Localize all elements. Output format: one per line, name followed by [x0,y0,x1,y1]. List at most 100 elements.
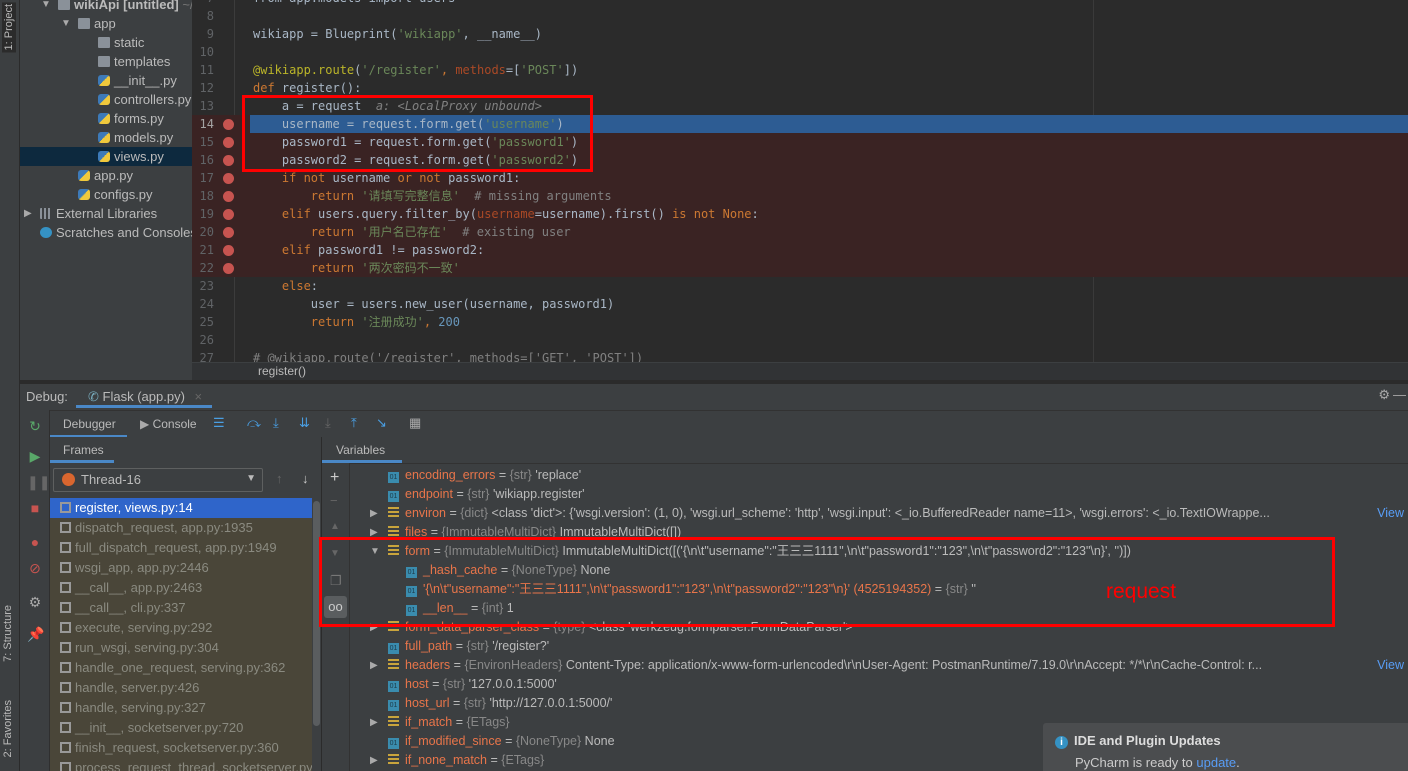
evaluate-expression-icon[interactable]: ▦ [409,415,421,431]
breakpoint-icon[interactable] [223,191,234,202]
breakpoint-icon[interactable] [223,155,234,166]
breadcrumb[interactable]: register() [192,362,1408,380]
view-link[interactable]: View [1375,504,1404,523]
force-step-into-icon[interactable]: ⤓ [325,415,331,431]
code-line[interactable]: 9 wikiapp = Blueprint('wikiapp', __name__… [192,25,1408,43]
project-item[interactable]: views.py [20,147,192,166]
add-watch-icon[interactable]: + [330,469,339,487]
line-number[interactable]: 14 [192,115,214,133]
structure-tool-tab[interactable]: 7: Structure [2,605,14,662]
code-line[interactable]: 20 return '用户名已存在' # existing user [192,223,1408,241]
project-item[interactable]: app.py [78,166,133,185]
code-line[interactable]: 11 @wikiapp.route('/register', methods=['… [192,61,1408,79]
line-number[interactable]: 22 [192,259,214,277]
expand-arrow-icon[interactable]: ▼ [61,14,71,33]
variable-row[interactable]: 01 encoding_errors = {str} 'replace' [388,466,1408,485]
variable-row[interactable]: 01 endpoint = {str} 'wikiapp.register' [388,485,1408,504]
tab-console[interactable]: ▶ Console [140,417,197,431]
rerun-icon[interactable]: ↻ [27,418,43,434]
breakpoint-icon[interactable] [223,119,234,130]
code-editor[interactable]: 7 from app.models import users 89 wikiapp =… [192,0,1408,380]
frame-item[interactable]: handle, server.py:426 [50,678,312,698]
step-into-my-code-icon[interactable]: ⇊ [299,415,310,431]
gear-icon[interactable]: ⚙ [1378,387,1390,403]
breakpoint-icon[interactable] [223,227,234,238]
project-item[interactable]: configs.py [78,185,153,204]
line-number[interactable]: 17 [192,169,214,187]
project-item[interactable]: __init__.py [98,71,177,90]
step-out-icon[interactable]: ⤒ [351,415,357,431]
project-item[interactable]: ▶ External Libraries [24,204,157,223]
move-up-icon[interactable]: ▲ [330,521,340,532]
project-item[interactable]: Scratches and Consoles [40,223,192,242]
code-line[interactable]: 7 from app.models import users [192,0,1408,7]
tab-debugger[interactable]: Debugger [50,411,127,438]
variable-row[interactable]: 01 host_url = {str} 'http://127.0.0.1:500… [388,694,1408,713]
update-link[interactable]: update [1196,755,1236,770]
variable-row[interactable]: 01 full_path = {str} '/register?' [388,637,1408,656]
frame-item[interactable]: wsgi_app, app.py:2446 [50,558,312,578]
code-line[interactable]: 22 return '两次密码不一致' [192,259,1408,277]
line-number[interactable]: 8 [192,7,214,25]
line-number[interactable]: 13 [192,97,214,115]
line-number[interactable]: 18 [192,187,214,205]
pin-icon[interactable]: 📌 [27,626,44,642]
breakpoint-icon[interactable] [223,137,234,148]
line-number[interactable]: 10 [192,43,214,61]
code-line[interactable]: 8 [192,7,1408,25]
line-number[interactable]: 12 [192,79,214,97]
line-number[interactable]: 23 [192,277,214,295]
close-icon[interactable]: × [195,389,203,404]
expand-arrow-icon[interactable]: ▶ [370,656,378,675]
run-config-tab[interactable]: ✆ Flask (app.py) × [76,384,213,408]
code-line[interactable]: 21 elif password1 != password2: [192,241,1408,259]
project-tool-tab[interactable]: 1: Project [2,2,16,53]
code-line[interactable]: 25 return '注册成功', 200 [192,313,1408,331]
line-number[interactable]: 24 [192,295,214,313]
line-number[interactable]: 19 [192,205,214,223]
view-link[interactable]: View [1375,656,1404,675]
expand-arrow-icon[interactable]: ▶ [370,751,378,770]
code-line[interactable]: 26 [192,331,1408,349]
breakpoint-icon[interactable] [223,245,234,256]
step-over-icon[interactable]: ⤼ [247,415,261,431]
frame-item[interactable]: register, views.py:14 [50,498,312,518]
line-number[interactable]: 20 [192,223,214,241]
project-item[interactable]: forms.py [98,109,164,128]
frame-item[interactable]: __call__, app.py:2463 [50,578,312,598]
remove-watch-icon[interactable]: − [330,493,338,508]
update-notification[interactable]: i IDE and Plugin Updates PyCharm is ready… [1043,723,1408,771]
mute-breakpoints-icon[interactable]: ⊘ [27,560,43,576]
thread-selector[interactable]: Thread-16 ▼ [53,468,263,492]
line-number[interactable]: 25 [192,313,214,331]
frame-item[interactable]: run_wsgi, serving.py:304 [50,638,312,658]
line-number[interactable]: 16 [192,151,214,169]
stop-icon[interactable]: ■ [27,500,43,516]
view-breakpoints-icon[interactable]: ● [27,534,43,550]
code-line[interactable]: 19 elif users.query.filter_by(username=u… [192,205,1408,223]
frame-item[interactable]: __init__, socketserver.py:720 [50,718,312,738]
next-frame-icon[interactable]: ↓ [302,471,309,486]
project-item[interactable]: models.py [98,128,173,147]
frame-item[interactable]: process_request_thread, socketserver.py [50,758,312,771]
frame-item[interactable]: __call__, cli.py:337 [50,598,312,618]
expand-arrow-icon[interactable]: ▶ [370,713,378,732]
variable-row[interactable]: ▶ environ = {dict} <class 'dict'>: {'wsgi… [370,504,1408,523]
project-item[interactable]: ▼ wikiApi [untitled] ~/P [41,0,192,14]
project-item[interactable]: static [98,33,144,52]
frame-item[interactable]: handle_one_request, serving.py:362 [50,658,312,678]
code-line[interactable]: 23 else: [192,277,1408,295]
code-line[interactable]: 18 return '请填写完整信息' # missing arguments [192,187,1408,205]
favorites-tool-tab[interactable]: 2: Favorites [2,700,14,757]
frame-item[interactable]: execute, serving.py:292 [50,618,312,638]
collapse-arrow-icon[interactable]: ▶ [24,204,32,223]
code-line[interactable]: 10 [192,43,1408,61]
minimize-icon[interactable]: — [1393,387,1406,402]
frame-item[interactable]: finish_request, socketserver.py:360 [50,738,312,758]
line-number[interactable]: 7 [192,0,214,7]
breakpoint-icon[interactable] [223,209,234,220]
line-number[interactable]: 9 [192,25,214,43]
expand-arrow-icon[interactable]: ▼ [41,0,51,14]
variable-row[interactable]: 01 host = {str} '127.0.0.1:5000' [388,675,1408,694]
code-line[interactable]: 24 user = users.new_user(username, passw… [192,295,1408,313]
